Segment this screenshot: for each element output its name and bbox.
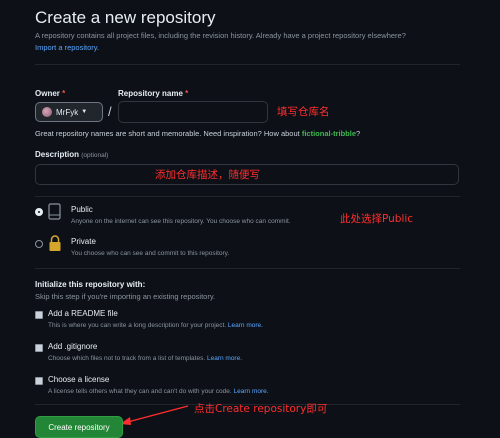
owner-name: MrFyk bbox=[56, 107, 79, 117]
repository-name-input[interactable] bbox=[118, 101, 268, 123]
annotation-public: 此处选择Public bbox=[340, 213, 414, 225]
gitignore-checkbox[interactable] bbox=[35, 344, 43, 352]
license-learn-more-link[interactable]: Learn more. bbox=[234, 388, 269, 395]
repo-icon bbox=[48, 203, 61, 220]
gitignore-description-text: Choose which files not to track from a l… bbox=[48, 355, 206, 362]
initialize-title: Initialize this repository with: bbox=[35, 280, 146, 289]
avatar bbox=[42, 107, 52, 117]
public-radio[interactable] bbox=[35, 208, 43, 216]
divider bbox=[35, 64, 460, 65]
gitignore-learn-more-link[interactable]: Learn more. bbox=[207, 355, 242, 362]
repository-name-hint: Great repository names are short and mem… bbox=[35, 129, 360, 138]
license-description: A license tells others what they can and… bbox=[48, 388, 269, 395]
gitignore-title: Add .gitignore bbox=[48, 342, 98, 351]
owner-dropdown[interactable]: MrFyk ▼ bbox=[35, 102, 103, 122]
public-title: Public bbox=[71, 205, 93, 214]
annotation-name: 填写仓库名 bbox=[277, 106, 330, 118]
chevron-down-icon: ▼ bbox=[81, 109, 88, 115]
annotation-create: 点击Create repository即可 bbox=[194, 403, 328, 415]
subtitle-text: A repository contains all project files,… bbox=[35, 31, 406, 40]
description-label-text: Description bbox=[35, 150, 80, 159]
owner-label-text: Owner bbox=[35, 89, 60, 98]
hint-end: ? bbox=[356, 129, 361, 138]
annotation-arrow-icon bbox=[118, 403, 190, 427]
lock-icon bbox=[48, 234, 62, 252]
readme-checkbox[interactable] bbox=[35, 311, 43, 319]
private-title: Private bbox=[71, 237, 96, 246]
repository-name-required-mark: * bbox=[185, 89, 189, 98]
slash-separator: / bbox=[108, 104, 112, 119]
annotation-description: 添加仓库描述，随便写 bbox=[155, 169, 260, 181]
readme-description-text: This is where you can write a long descr… bbox=[48, 322, 227, 329]
repository-name-label: Repository name * bbox=[118, 89, 188, 98]
create-repository-button[interactable]: Create repository bbox=[35, 416, 123, 438]
public-description: Anyone on the internet can see this repo… bbox=[71, 218, 291, 225]
repository-name-label-text: Repository name bbox=[118, 89, 183, 98]
readme-description: This is where you can write a long descr… bbox=[48, 322, 263, 329]
divider bbox=[35, 268, 460, 269]
page-subtitle: A repository contains all project files,… bbox=[35, 31, 406, 40]
page-title: Create a new repository bbox=[35, 8, 216, 27]
private-description: You choose who can see and commit to thi… bbox=[71, 250, 230, 257]
gitignore-description: Choose which files not to track from a l… bbox=[48, 355, 242, 362]
description-label: Description (optional) bbox=[35, 150, 108, 159]
suggested-name-link[interactable]: fictional-tribble bbox=[302, 129, 356, 138]
hint-text: Great repository names are short and mem… bbox=[35, 129, 300, 138]
license-title: Choose a license bbox=[48, 375, 110, 384]
owner-required-mark: * bbox=[62, 89, 66, 98]
readme-title: Add a README file bbox=[48, 309, 118, 318]
readme-learn-more-link[interactable]: Learn more. bbox=[228, 322, 263, 329]
initialize-subtitle: Skip this step if you're importing an ex… bbox=[35, 292, 216, 301]
import-repository-link[interactable]: Import a repository. bbox=[35, 43, 99, 52]
owner-label: Owner * bbox=[35, 89, 65, 98]
private-radio[interactable] bbox=[35, 240, 43, 248]
description-optional: (optional) bbox=[81, 152, 109, 159]
license-checkbox[interactable] bbox=[35, 377, 43, 385]
divider bbox=[35, 196, 460, 197]
license-description-text: A license tells others what they can and… bbox=[48, 388, 232, 395]
